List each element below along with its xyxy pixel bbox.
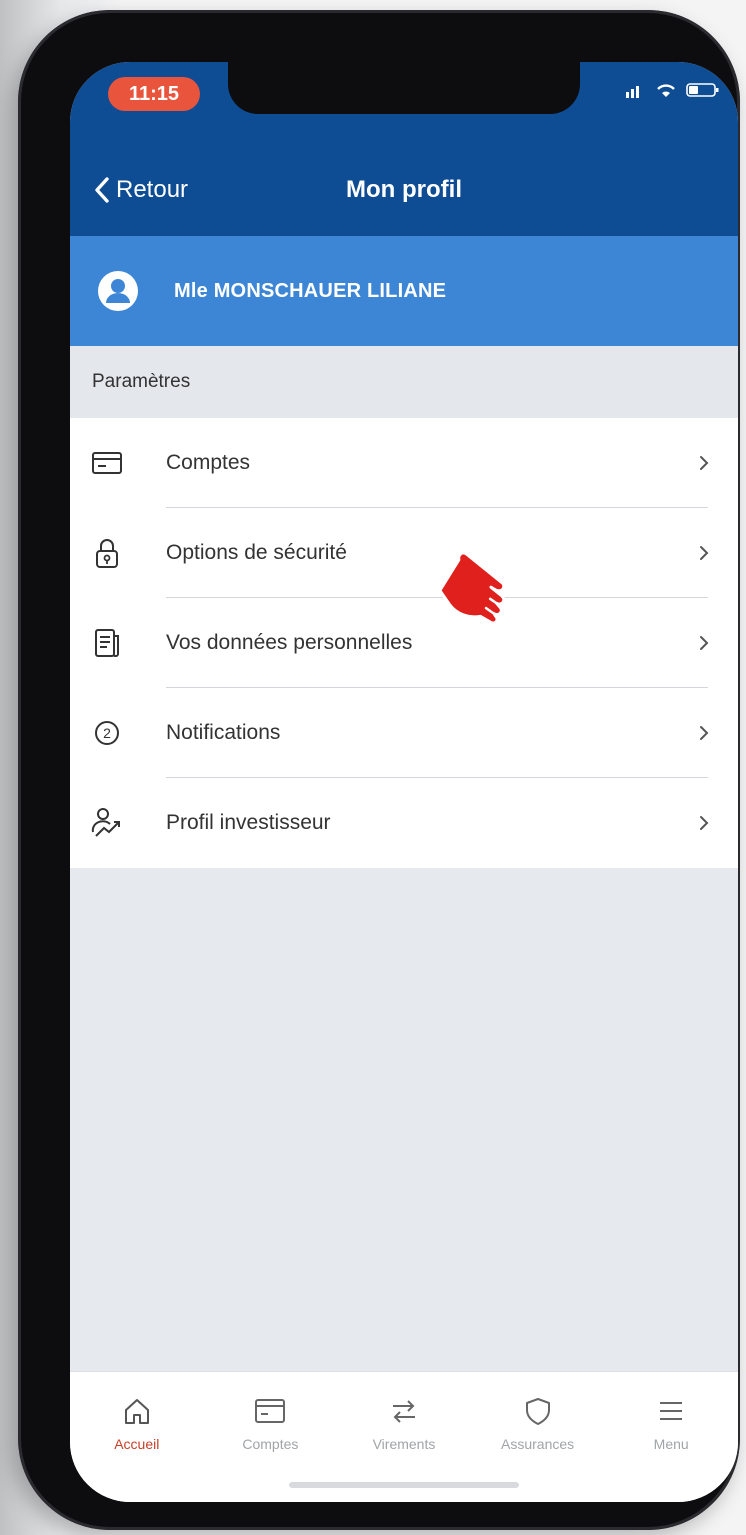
menu-item-label: Profil investisseur (166, 811, 331, 834)
wifi-icon (657, 84, 675, 97)
home-icon (124, 1399, 149, 1424)
status-icons (626, 82, 720, 98)
back-button[interactable]: Retour (94, 168, 188, 212)
tab-menu[interactable]: Menu (611, 1372, 731, 1502)
card-icon (255, 1399, 286, 1423)
document-icon (95, 629, 119, 657)
tab-label: Menu (653, 1436, 689, 1452)
menu-item-label: Vos données personnelles (166, 631, 413, 654)
menu-item-label: Notifications (166, 721, 281, 744)
menu-item-investor-profile[interactable]: Profil investisseur (70, 778, 738, 868)
shield-icon (525, 1398, 550, 1425)
phone-frame: 11:15 Retour Mon profil Mle MONSCHAUER L… (18, 10, 740, 1530)
status-time: 11:15 (108, 77, 200, 111)
section-header: Paramètres (70, 346, 738, 418)
tab-accueil[interactable]: Accueil (77, 1372, 197, 1502)
notification-badge-count: 2 (103, 725, 111, 741)
pointing-hand-icon (438, 551, 506, 625)
chevron-right-icon (700, 816, 709, 830)
tab-bar: Accueil Comptes Virements Assurances Men… (70, 1371, 738, 1502)
tab-label: Comptes (242, 1436, 299, 1452)
back-label: Retour (116, 176, 189, 203)
status-bar: 11:15 (70, 62, 738, 146)
menu-item-security-options[interactable]: Options de sécurité (70, 508, 738, 598)
navigation-bar: Retour Mon profil (70, 146, 738, 236)
tab-label: Virements (372, 1436, 436, 1452)
tab-label: Accueil (114, 1436, 160, 1452)
menu-icon (660, 1402, 683, 1420)
profile-banner: Mle MONSCHAUER LILIANE (70, 236, 738, 346)
lock-icon (96, 539, 118, 568)
menu-item-label: Options de sécurité (166, 541, 347, 564)
menu-item-personal-data[interactable]: Vos données personnelles (70, 598, 738, 688)
chevron-right-icon (700, 546, 709, 560)
home-indicator (289, 1482, 519, 1488)
profile-name: Mle MONSCHAUER LILIANE (174, 279, 447, 302)
signal-icon (626, 86, 639, 98)
notch (228, 62, 580, 114)
menu-item-comptes[interactable]: Comptes (70, 418, 738, 508)
settings-list: Comptes Options de sécurité Vos données … (70, 418, 738, 868)
card-icon (92, 452, 122, 474)
menu-item-label: Comptes (166, 451, 251, 474)
investor-profile-icon (91, 808, 120, 837)
tab-label: Assurances (501, 1436, 575, 1452)
transfer-icon (392, 1400, 415, 1423)
user-avatar-icon (98, 271, 138, 311)
chevron-right-icon (700, 726, 709, 740)
battery-icon (686, 83, 719, 97)
notification-count-icon: 2 (95, 721, 119, 745)
screen: 11:15 Retour Mon profil Mle MONSCHAUER L… (70, 62, 738, 1502)
chevron-right-icon (700, 456, 709, 470)
menu-item-notifications[interactable]: 2 Notifications (70, 688, 738, 778)
chevron-left-icon (95, 177, 109, 203)
chevron-right-icon (700, 636, 709, 650)
